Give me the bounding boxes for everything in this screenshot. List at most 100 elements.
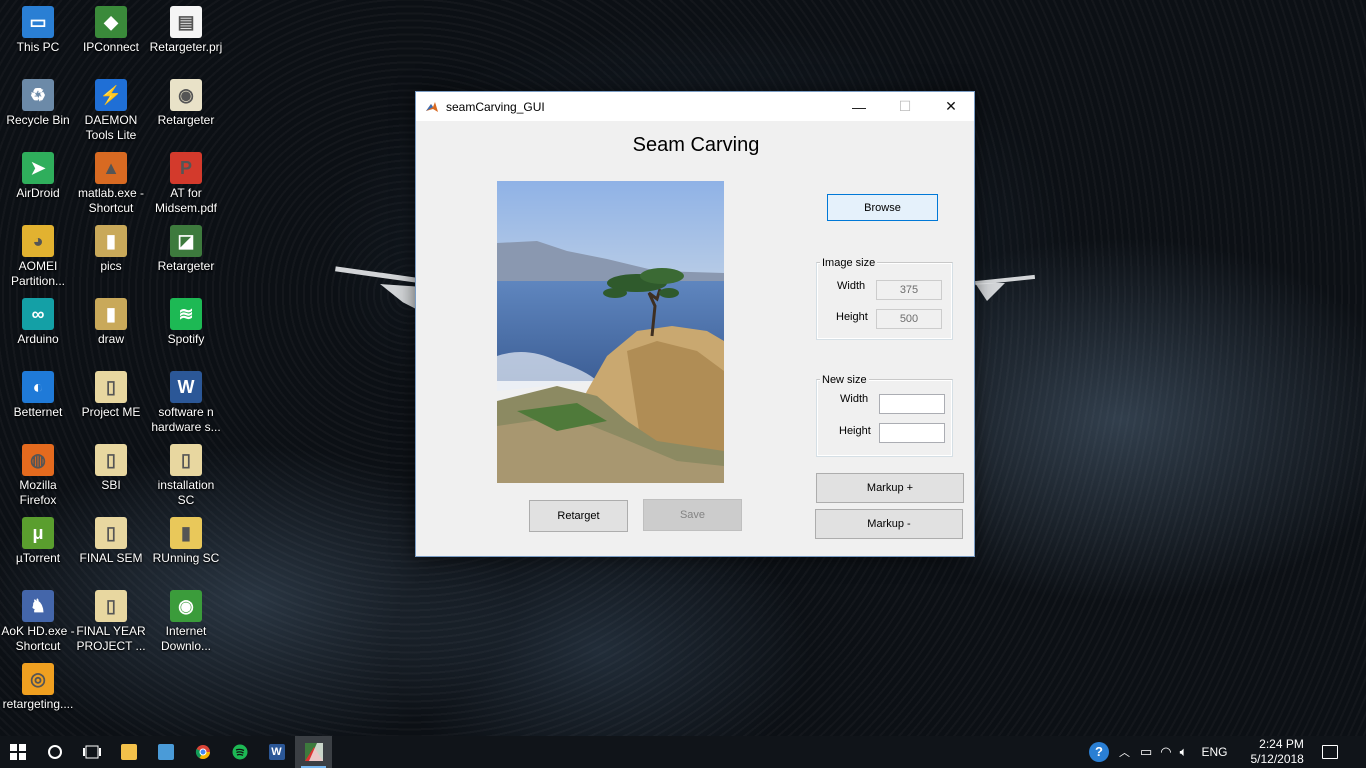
matlab-icon [426,101,438,112]
desktop-icon[interactable]: ▮ RUnning SC [148,517,224,566]
close-icon: ✕ [945,98,957,114]
action-center-button[interactable] [1321,745,1338,759]
desktop-icon-label: This PC [16,40,60,54]
desktop-icon[interactable]: ◉ Retargeter [148,79,224,128]
chrome-button[interactable] [184,736,221,768]
desktop-icon-label: Recycle Bin [6,113,70,127]
desktop-app-icon: ∞ [22,298,54,330]
chrome-icon [195,745,210,759]
desktop-icon[interactable]: ▯ Project ME [73,371,149,420]
desktop-app-icon: ◪ [170,225,202,257]
desktop-app-icon: ➤ [22,152,54,184]
cortana-button[interactable] [36,736,73,768]
desktop-icon[interactable]: ◪ Retargeter [148,225,224,274]
desktop-app-icon: ◍ [22,444,54,476]
desktop-app-icon: ♻ [22,79,54,111]
seam-carving-window[interactable]: seamCarving_GUI — ☐ ✕ Seam Carving Brows… [415,91,975,557]
chevron-up-icon[interactable]: ︿ [1119,744,1130,760]
start-button[interactable] [0,736,36,768]
desktop-app-icon: W [170,371,202,403]
desktop-icon[interactable]: Wsoftware n hardware s... [148,371,224,435]
image-width-field [876,280,942,300]
retargeter-taskbar-button[interactable] [295,736,332,768]
markup-plus-button[interactable]: Markup + [816,473,964,503]
desktop-icon[interactable]: ◆ IPConnect [73,6,149,55]
desktop-icon[interactable]: ♞ AoK HD.exe - Shortcut [0,590,76,654]
desktop-app-icon: ◆ [95,6,127,38]
minimize-button[interactable]: — [836,92,882,121]
desktop-icon[interactable]: ▮ pics [73,225,149,274]
desktop-icon[interactable]: ▯ FINAL SEM [73,517,149,566]
desktop-icon-label: Retargeter.prj [149,40,223,54]
save-button[interactable]: Save [643,499,742,531]
spotify-taskbar-button[interactable] [221,736,258,768]
battery-icon[interactable]: ▭ [1140,744,1152,760]
wallpaper-crack-left [335,266,417,283]
language-indicator[interactable]: ENG [1201,745,1227,759]
desktop-icon[interactable]: ◐ Betternet [0,371,76,420]
desktop-icon[interactable]: ◕ AOMEI Partition... [0,225,76,289]
wifi-icon[interactable]: ◠ [1160,744,1171,760]
desktop-icon[interactable]: ≋ Spotify [148,298,224,347]
desktop-icon-label: Retargeter [157,113,215,127]
desktop-icon-label: software n hardware s... [151,405,221,434]
desktop-icon[interactable]: ▲ matlab.exe - Shortcut [73,152,149,216]
desktop-app-icon: ≋ [170,298,202,330]
retarget-button[interactable]: Retarget [529,500,628,532]
ipconnect-taskbar-button[interactable] [147,736,184,768]
desktop-app-icon: ▮ [170,517,202,549]
desktop-icon-label: matlab.exe - Shortcut [77,186,145,215]
wallpaper-crack-right-2 [975,283,1005,301]
window-titlebar[interactable]: seamCarving_GUI — ☐ ✕ [416,92,974,121]
desktop-app-icon: ◐ [22,371,54,403]
volume-icon[interactable]: 🔈︎ [1180,744,1188,760]
desktop-icon[interactable]: ▯ installation SC [148,444,224,508]
clock[interactable]: 2:24 PM 5/12/2018 [1250,737,1303,767]
desktop-icon-label: Spotify [167,332,205,346]
desktop-app-icon: ◉ [170,590,202,622]
word-button[interactable]: W [258,736,295,768]
close-button[interactable]: ✕ [928,92,974,121]
desktop-icon-label: retargeting.... [2,697,74,711]
desktop-app-icon: P [170,152,202,184]
desktop-icon[interactable]: ▭ This PC [0,6,76,55]
new-height-label: Height [839,425,871,437]
desktop-app-icon: ◉ [170,79,202,111]
desktop-icon[interactable]: μ µTorrent [0,517,76,566]
desktop-app-icon: ▯ [95,444,127,476]
desktop-icon[interactable]: ➤ AirDroid [0,152,76,201]
desktop-icon-label: draw [97,332,124,346]
folder-icon [120,744,137,760]
system-tray: ? ︿ ▭ ◠ 🔈︎ ENG 2:24 PM 5/12/2018 [1089,736,1338,768]
desktop-app-icon: ⚡ [95,79,127,111]
task-view-button[interactable] [73,736,110,768]
desktop-app-icon: ♞ [22,590,54,622]
desktop-icon[interactable]: ♻ Recycle Bin [0,79,76,128]
desktop-icon[interactable]: ▤ Retargeter.prj [148,6,224,55]
desktop-icon[interactable]: ▯ SBI [73,444,149,493]
browse-button[interactable]: Browse [827,194,938,221]
desktop-icon-label: IPConnect [82,40,140,54]
new-width-field[interactable] [879,394,945,414]
new-height-field[interactable] [879,423,945,443]
desktop-app-icon: ▯ [95,517,127,549]
desktop-icon[interactable]: ∞ Arduino [0,298,76,347]
desktop-icon-label: Arduino [17,332,59,346]
image-height-label: Height [836,311,868,323]
desktop-app-icon: ▯ [170,444,202,476]
maximize-icon: ☐ [898,98,912,114]
desktop-icon[interactable]: ◍ Mozilla Firefox [0,444,76,508]
file-explorer-button[interactable] [110,736,147,768]
desktop-icon[interactable]: ◉ Internet Downlo... [148,590,224,654]
desktop-icon[interactable]: ⚡ DAEMON Tools Lite [73,79,149,143]
desktop-icon-label: AOMEI Partition... [10,259,66,288]
maximize-button[interactable]: ☐ [882,92,928,121]
desktop-icon[interactable]: ▮ draw [73,298,149,347]
desktop-icon[interactable]: P AT for Midsem.pdf [148,152,224,216]
desktop-icon[interactable]: ▯ FINAL YEAR PROJECT ... [73,590,149,654]
windows-icon [10,744,26,760]
spotify-icon [232,744,247,760]
desktop-icon[interactable]: ◎ retargeting.... [0,663,76,712]
help-icon[interactable]: ? [1089,742,1109,762]
markup-minus-button[interactable]: Markup - [815,509,963,539]
